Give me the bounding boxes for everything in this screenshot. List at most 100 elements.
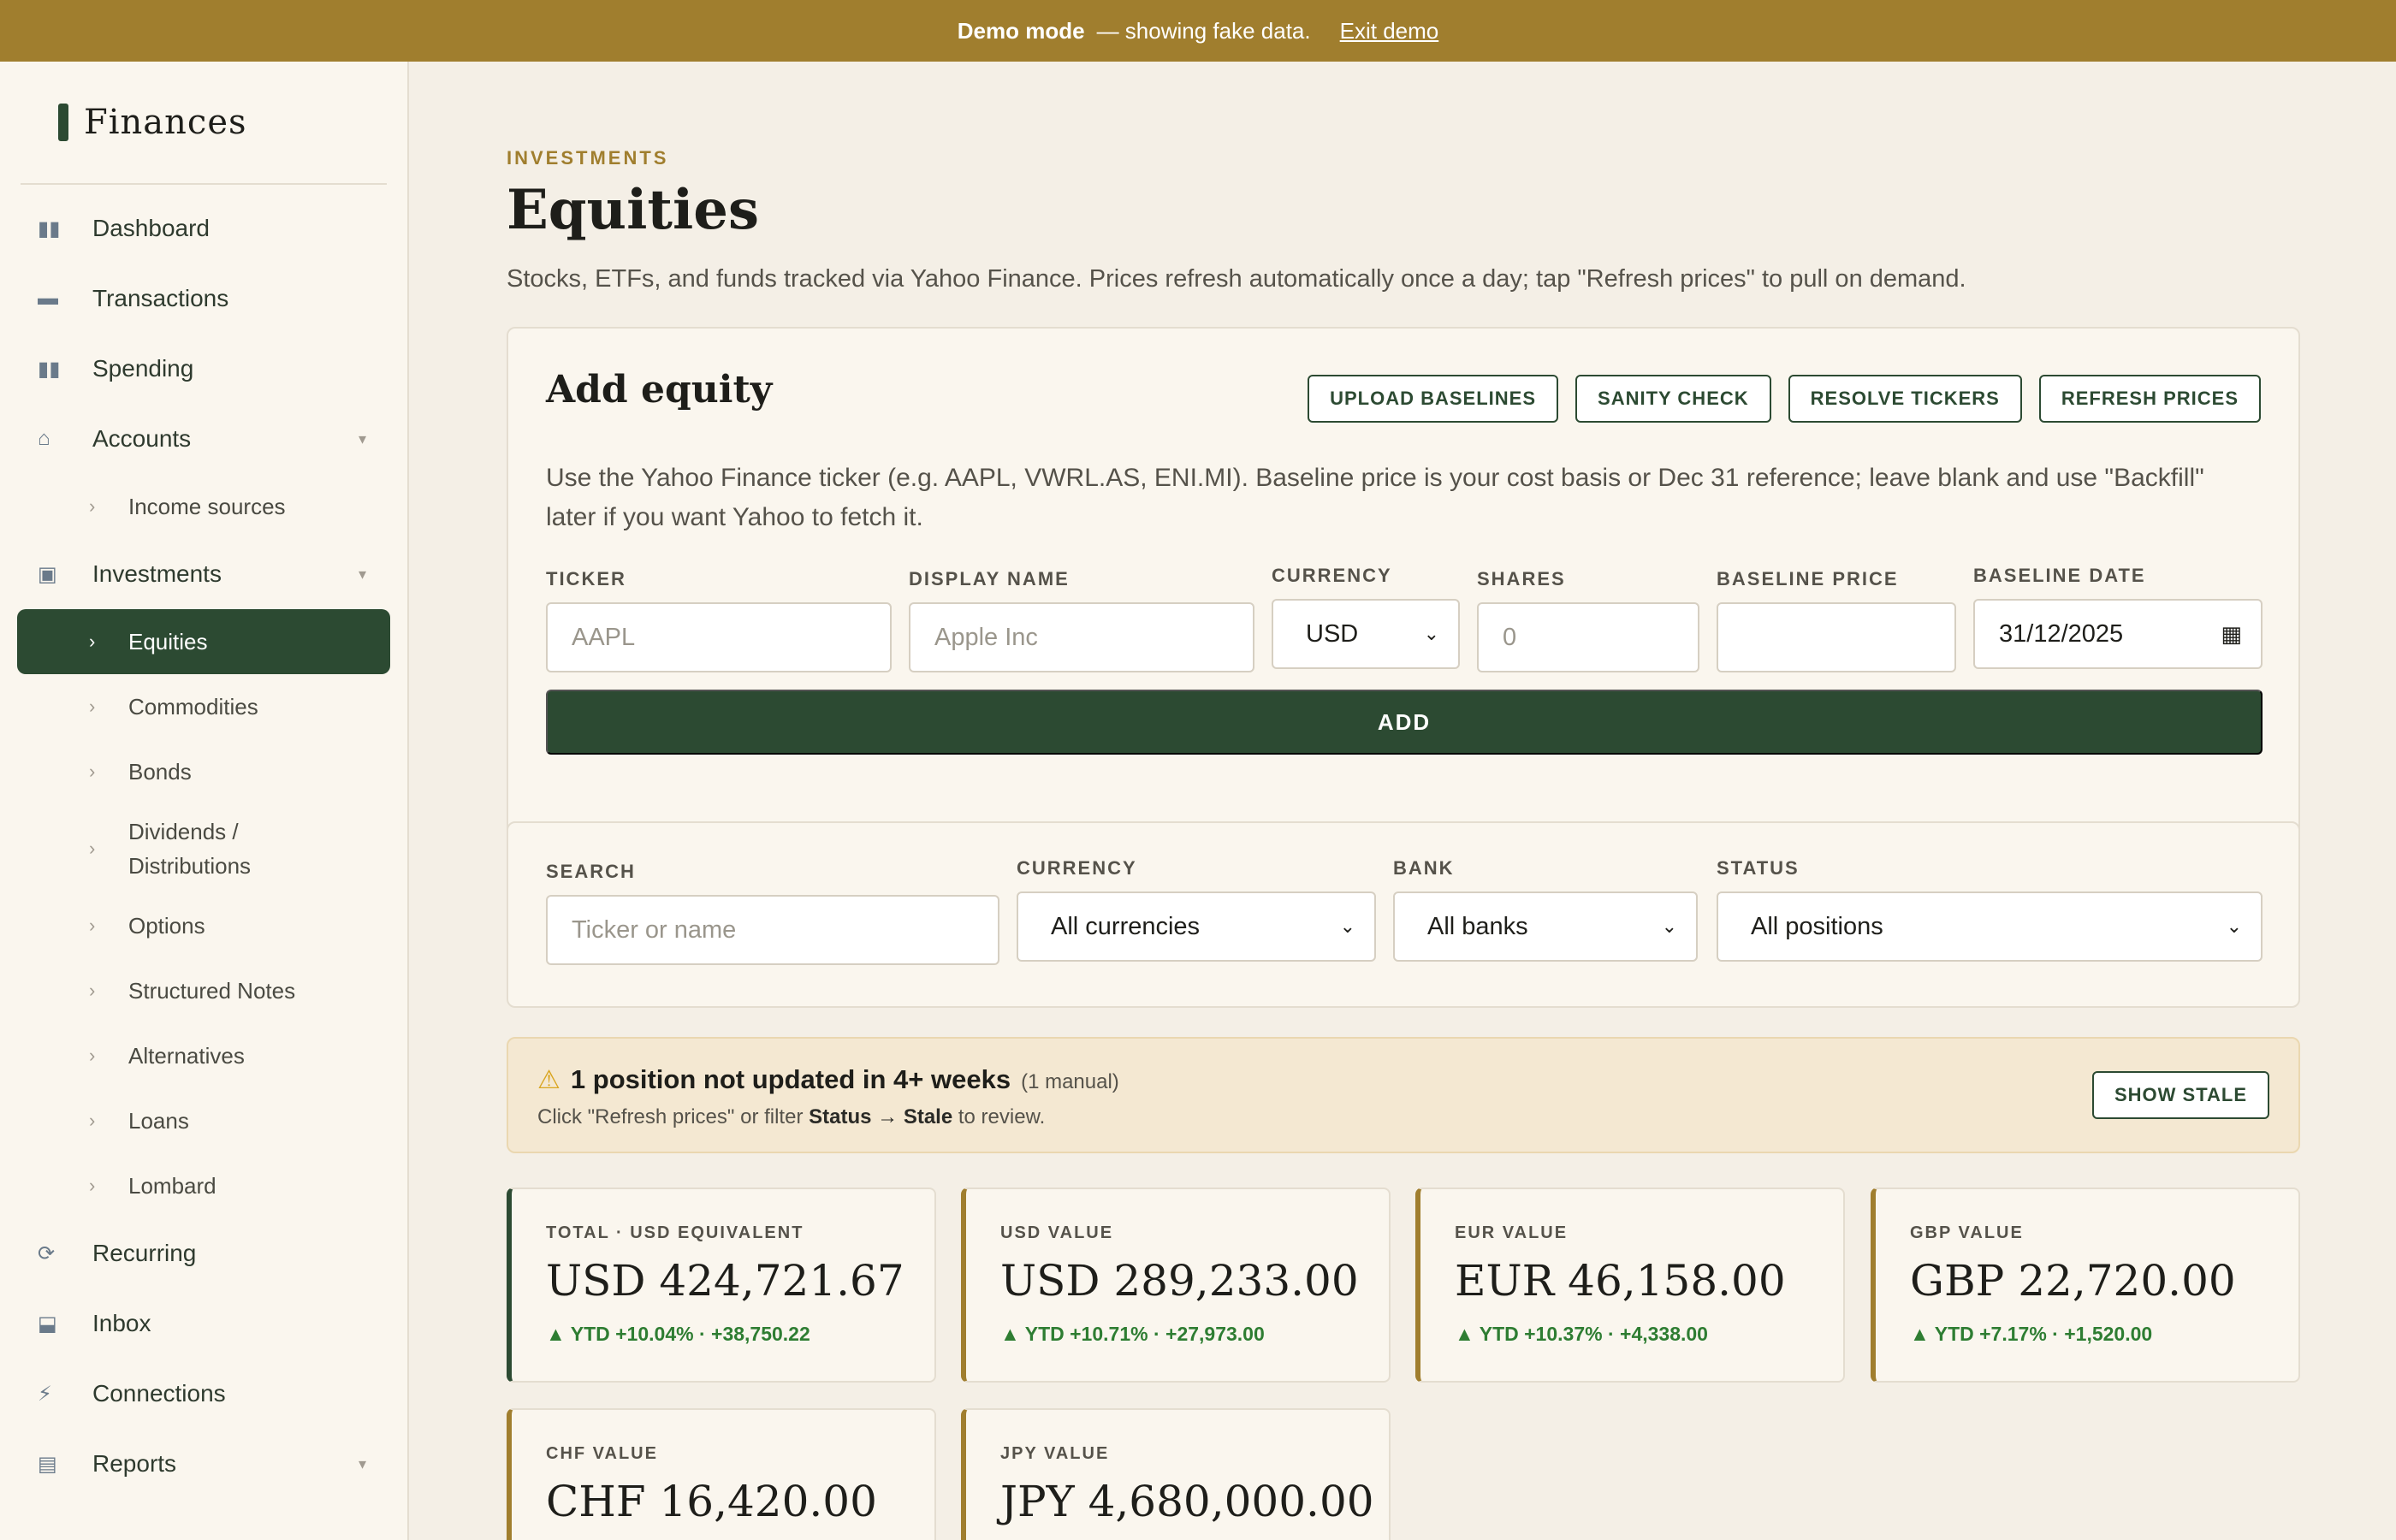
- baseline-price-label: BASELINE PRICE: [1717, 568, 1899, 589]
- sanity-check-button[interactable]: SANITY CHECK: [1575, 375, 1771, 423]
- sidebar: Finances ▮▮ Dashboard ▬ Transactions ▮▮ …: [0, 62, 409, 1540]
- stat-value: CHF 16,420.00: [546, 1477, 877, 1526]
- show-stale-button[interactable]: SHOW STALE: [2091, 1071, 2269, 1119]
- sidebar-item-label: Inbox: [92, 1310, 151, 1336]
- chevron-down-icon: ⌄: [1661, 915, 1677, 937]
- stat-card-total: TOTAL · USD EQUIVALENT USD 424,721.67 ▲ …: [507, 1188, 936, 1383]
- sidebar-item-label: Connections: [92, 1380, 226, 1407]
- baseline-price-input[interactable]: [1717, 602, 1956, 672]
- chevron-right-icon: ›: [89, 1045, 96, 1066]
- sidebar-item-investments[interactable]: ▣ Investments ▾: [17, 539, 390, 609]
- sidebar-item-label: Structured Notes: [128, 978, 296, 1004]
- search-label: SEARCH: [546, 861, 636, 882]
- chevron-right-icon: ›: [89, 631, 96, 652]
- briefcase-icon: ▣: [38, 562, 57, 586]
- stat-value: GBP 22,720.00: [1910, 1256, 2236, 1306]
- refresh-prices-button[interactable]: REFRESH PRICES: [2038, 375, 2261, 423]
- sidebar-item-bonds[interactable]: › Bonds: [17, 739, 390, 804]
- stale-alert-note: (1 manual): [1021, 1070, 1119, 1093]
- sidebar-item-recurring[interactable]: ⟳ Recurring: [17, 1218, 390, 1288]
- upload-baselines-button[interactable]: UPLOAD BASELINES: [1308, 375, 1559, 423]
- add-equity-card: Add equity UPLOAD BASELINES SANITY CHECK…: [507, 327, 2300, 854]
- add-equity-title: Add equity: [546, 368, 773, 412]
- sidebar-item-equities[interactable]: › Equities: [17, 609, 390, 674]
- ticker-input[interactable]: AAPL: [546, 602, 892, 672]
- hint-text: Click "Refresh prices" or filter: [537, 1105, 804, 1128]
- sidebar-item-commodities[interactable]: › Commodities: [17, 674, 390, 739]
- stat-card-jpy: JPY VALUE JPY 4,680,000.00: [961, 1408, 1391, 1540]
- sidebar-item-lombard[interactable]: › Lombard: [17, 1153, 390, 1218]
- inbox-icon: ⬓: [38, 1312, 57, 1336]
- shares-input[interactable]: 0: [1477, 602, 1699, 672]
- currency-filter-field: CURRENCY All currencies ⌄: [1017, 857, 1376, 962]
- currency-select[interactable]: USD ⌄: [1272, 599, 1460, 669]
- chevron-right-icon: ›: [89, 495, 96, 517]
- sidebar-item-alternatives[interactable]: › Alternatives: [17, 1023, 390, 1088]
- sidebar-item-label: Income sources: [128, 494, 286, 519]
- display-name-input[interactable]: Apple Inc: [909, 602, 1254, 672]
- sidebar-item-accounts[interactable]: ⌂ Accounts ▾: [17, 404, 390, 474]
- currency-filter-select[interactable]: All currencies ⌄: [1017, 891, 1376, 962]
- sidebar-item-label: Equities: [128, 629, 208, 654]
- stat-delta: ▲ YTD +10.37% · +4,338.00: [1455, 1323, 1708, 1345]
- stale-alert-title: 1 position not updated in 4+ weeks: [570, 1064, 1011, 1094]
- stat-delta: ▲ YTD +10.71% · +27,973.00: [1000, 1323, 1265, 1345]
- sidebar-item-label: Accounts: [92, 425, 192, 452]
- sidebar-item-options[interactable]: › Options: [17, 893, 390, 958]
- sidebar-item-dashboard[interactable]: ▮▮ Dashboard: [17, 193, 390, 264]
- document-icon: ▤: [38, 1452, 57, 1476]
- currency-filter-value: All currencies: [1051, 912, 1201, 940]
- stat-card-usd: USD VALUE USD 289,233.00 ▲ YTD +10.71% ·…: [961, 1188, 1391, 1383]
- chevron-right-icon: ›: [89, 1110, 96, 1131]
- bank-filter-field: BANK All banks ⌄: [1393, 857, 1698, 962]
- currency-select-value: USD: [1306, 619, 1359, 648]
- shares-label: SHARES: [1477, 568, 1566, 589]
- sidebar-item-inbox[interactable]: ⬓ Inbox: [17, 1288, 390, 1359]
- currency-field: CURRENCY USD ⌄: [1272, 565, 1460, 669]
- sidebar-item-label: Recurring: [92, 1240, 197, 1266]
- chevron-down-icon: ▾: [358, 429, 366, 447]
- search-input[interactable]: Ticker or name: [546, 895, 999, 965]
- bank-filter-value: All banks: [1427, 912, 1528, 940]
- sidebar-item-label: Commodities: [128, 694, 258, 720]
- sidebar-item-label: Transactions: [92, 285, 229, 311]
- status-filter-label: STATUS: [1717, 857, 1800, 879]
- sidebar-item-loans[interactable]: › Loans: [17, 1088, 390, 1153]
- baseline-date-value: 31/12/2025: [1999, 619, 2124, 648]
- chevron-right-icon: ›: [89, 696, 96, 717]
- status-filter-select[interactable]: All positions ⌄: [1717, 891, 2263, 962]
- sidebar-nav: ▮▮ Dashboard ▬ Transactions ▮▮ Spending …: [0, 185, 407, 1499]
- sidebar-item-dividends[interactable]: › Dividends / Distributions: [17, 804, 390, 893]
- sidebar-item-label: Bonds: [128, 759, 192, 785]
- page-title: Equities: [507, 178, 759, 242]
- chevron-down-icon: ▾: [358, 1454, 366, 1472]
- bank-filter-select[interactable]: All banks ⌄: [1393, 891, 1698, 962]
- display-name-field: DISPLAY NAME Apple Inc: [909, 568, 1254, 672]
- bank-icon: ⌂: [38, 427, 50, 450]
- bar-chart-icon: ▮▮: [38, 357, 61, 381]
- sidebar-item-structured-notes[interactable]: › Structured Notes: [17, 958, 390, 1023]
- demo-banner: Demo mode — showing fake data. Exit demo: [0, 0, 2396, 62]
- warning-icon: ⚠: [537, 1066, 560, 1094]
- sidebar-item-reports[interactable]: ▤ Reports ▾: [17, 1429, 390, 1499]
- equity-actions: UPLOAD BASELINES SANITY CHECK RESOLVE TI…: [1308, 375, 2261, 423]
- add-button[interactable]: ADD: [546, 690, 2263, 755]
- baseline-date-label: BASELINE DATE: [1973, 565, 2146, 586]
- stat-label: GBP VALUE: [1910, 1223, 2024, 1242]
- resolve-tickers-button[interactable]: RESOLVE TICKERS: [1788, 375, 2022, 423]
- display-name-label: DISPLAY NAME: [909, 568, 1070, 589]
- chevron-down-icon: ⌄: [2226, 915, 2242, 937]
- sidebar-item-income-sources[interactable]: › Income sources: [17, 474, 390, 539]
- chevron-down-icon: ▾: [358, 565, 366, 583]
- brand-mark: [58, 104, 68, 141]
- brand-name: Finances: [84, 103, 247, 142]
- shares-field: SHARES 0: [1477, 568, 1699, 672]
- exit-demo-link[interactable]: Exit demo: [1340, 18, 1439, 44]
- calendar-icon[interactable]: ▦: [2221, 621, 2242, 648]
- section-eyebrow: INVESTMENTS: [507, 147, 669, 169]
- stat-label: CHF VALUE: [546, 1444, 658, 1463]
- sidebar-item-spending[interactable]: ▮▮ Spending: [17, 334, 390, 404]
- sidebar-item-connections[interactable]: ⚡ Connections: [17, 1359, 390, 1429]
- baseline-date-input[interactable]: 31/12/2025 ▦: [1973, 599, 2263, 669]
- sidebar-item-transactions[interactable]: ▬ Transactions: [17, 264, 390, 334]
